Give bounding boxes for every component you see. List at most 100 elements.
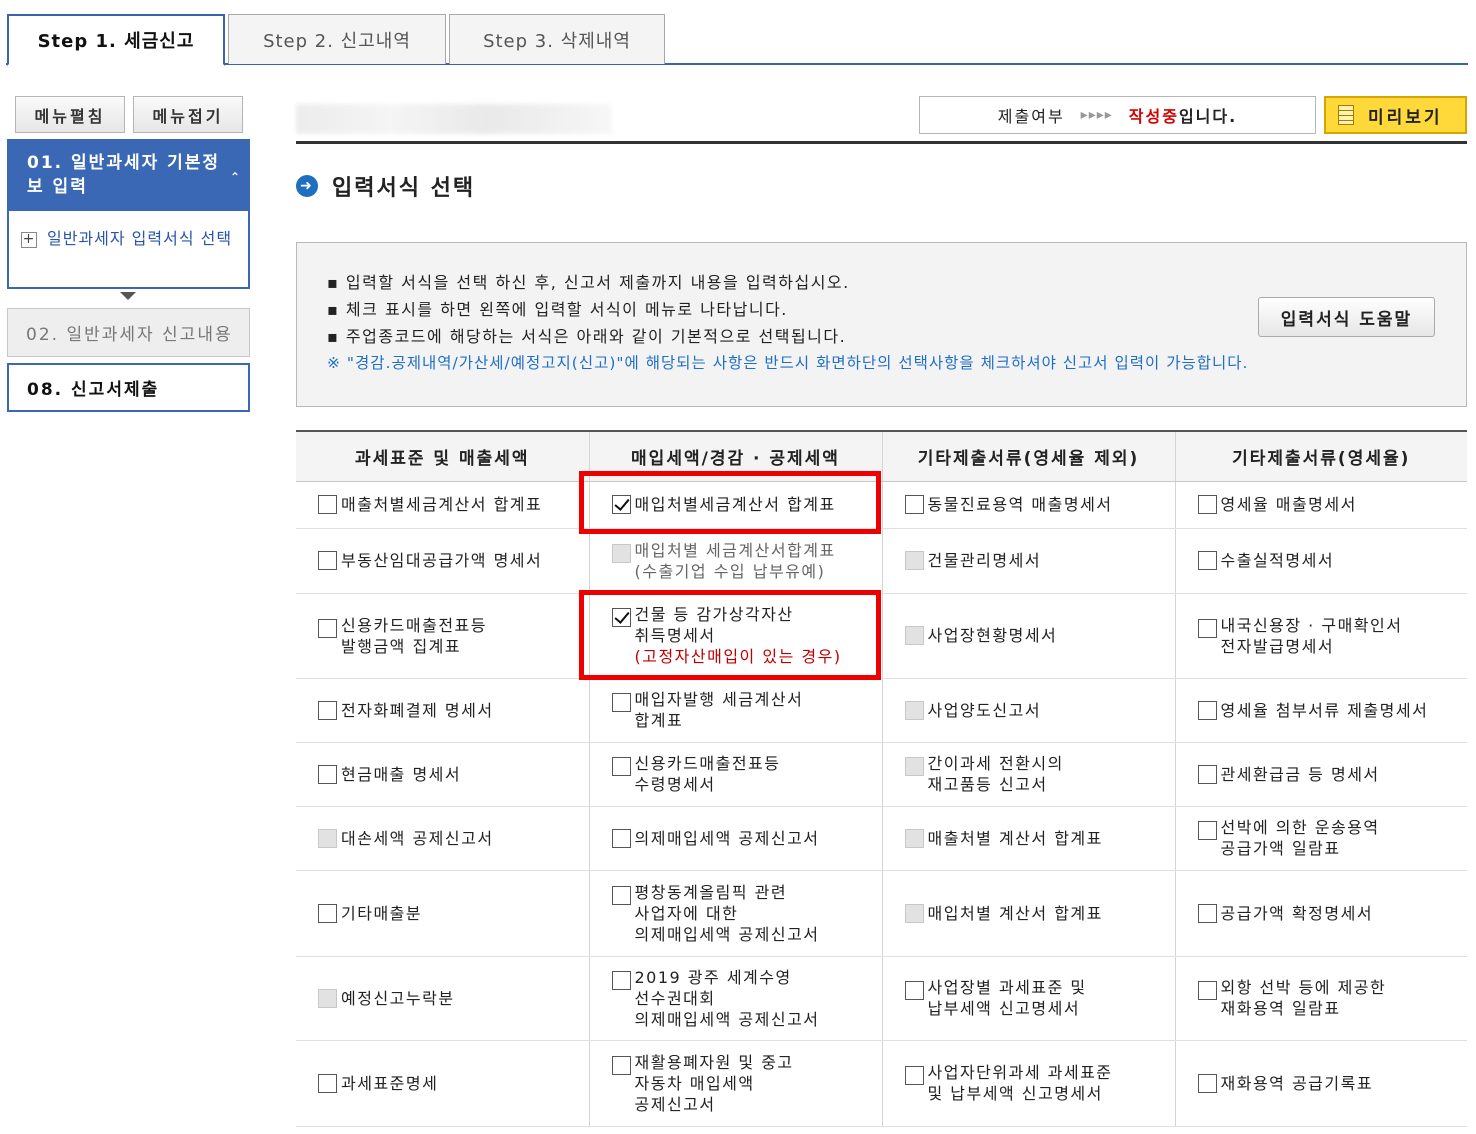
menu-collapse-button[interactable]: 메뉴접기 [133, 96, 243, 133]
form-option-label: 사업장별 과세표준 및 납부세액 신고명세서 [928, 977, 1087, 1019]
form-checkbox[interactable] [1197, 764, 1217, 784]
form-option[interactable]: 신용카드매출전표등 발행금액 집계표 [318, 615, 583, 657]
form-option[interactable]: 동물진료용역 매출명세서 [904, 494, 1169, 515]
table-cell: 관세환급금 등 명세서 [1174, 742, 1467, 807]
form-option-label: 매입처별 세금계산서합계표 (수출기업 수입 납부유예) [635, 540, 836, 582]
document-icon [1338, 105, 1354, 125]
table-cell: 신용카드매출전표등 발행금액 집계표 [296, 593, 589, 679]
form-option[interactable]: 외항 선박 등에 제공한 재화용역 일람표 [1197, 977, 1462, 1019]
form-option-label: 매입자발행 세금계산서 합계표 [635, 689, 804, 731]
form-option[interactable]: 매출처별세금계산서 합계표 [318, 494, 583, 515]
form-checkbox[interactable] [904, 1066, 924, 1085]
form-checkbox[interactable] [318, 764, 337, 784]
table-header-row: 과세표준 및 매출세액 매입세액/경감 · 공제세액 기타제출서류(영세율 제외… [296, 430, 1467, 482]
form-option[interactable]: 재화용역 공급기록표 [1197, 1073, 1462, 1094]
form-option[interactable]: 선박에 의한 운송용역 공급가액 일람표 [1197, 817, 1462, 859]
table-cell: 사업자단위과세 과세표준 및 납부세액 신고명세서 [881, 1040, 1175, 1127]
table-cell: 평창동계올림픽 관련 사업자에 대한 의제매입세액 공제신고서 [588, 870, 882, 957]
form-checkbox[interactable] [318, 1073, 337, 1093]
form-option[interactable]: 수출실적명세서 [1197, 550, 1462, 571]
form-option[interactable]: 사업장별 과세표준 및 납부세액 신고명세서 [904, 977, 1169, 1019]
table-body: 매출처별세금계산서 합계표 매입처별세금계산서 합계표 동물진료용역 매출명세서 영세… [296, 481, 1467, 1127]
preview-button[interactable]: 미리보기 [1324, 96, 1467, 134]
form-option-text: 과세표준명세 [341, 1073, 439, 1093]
table-cell: 선박에 의한 운송용역 공급가액 일람표 [1174, 806, 1467, 871]
form-help-button[interactable]: 입력서식 도움말 [1258, 297, 1435, 337]
form-checkbox[interactable] [1197, 1073, 1217, 1093]
form-option[interactable]: 재활용폐자원 및 중고 자동차 매입세액 공제신고서 [611, 1052, 876, 1115]
form-option[interactable]: 내국신용장 · 구매확인서 전자발급명세서 [1197, 615, 1462, 657]
form-option-text: 사업양도신고서 [927, 700, 1042, 720]
form-checkbox[interactable] [318, 903, 337, 923]
form-option-note: (고정자산매입이 있는 경우) [634, 647, 842, 666]
form-checkbox[interactable] [611, 828, 631, 848]
form-checkbox[interactable] [611, 608, 631, 627]
form-option[interactable]: 현금매출 명세서 [318, 764, 583, 785]
form-checkbox[interactable] [611, 1055, 631, 1075]
form-checkbox[interactable] [611, 970, 631, 990]
form-checkbox[interactable] [318, 551, 337, 570]
form-option[interactable]: 전자화폐결제 명세서 [318, 700, 583, 721]
tab-step3[interactable]: Step 3. 삭제내역 [449, 14, 665, 64]
sidebar-step2[interactable]: 02. 일반과세자 신고내용 [7, 308, 250, 357]
form-option-label: 매출처별 계산서 합계표 [928, 828, 1103, 849]
plus-icon: + [21, 231, 37, 248]
table-row: 매출처별세금계산서 합계표 매입처별세금계산서 합계표 동물진료용역 매출명세서 영세… [296, 481, 1467, 529]
form-option[interactable]: 과세표준명세 [318, 1073, 583, 1094]
form-checkbox[interactable] [611, 693, 631, 712]
form-checkbox[interactable] [1197, 551, 1217, 570]
form-checkbox[interactable] [1197, 903, 1217, 923]
table-cell: 사업장현황명세서 [881, 593, 1175, 679]
form-option-label: 공급가액 확정명세서 [1221, 903, 1374, 924]
form-option[interactable]: 기타매출분 [318, 903, 583, 924]
form-checkbox[interactable] [611, 757, 631, 776]
form-checkbox[interactable] [318, 495, 337, 514]
form-checkbox[interactable] [318, 700, 337, 720]
form-checkbox[interactable] [904, 495, 924, 514]
form-checkbox[interactable] [1197, 495, 1217, 514]
tab-step1[interactable]: Step 1. 세금신고 [7, 14, 225, 66]
caret-up-icon[interactable]: ⌃ [230, 165, 242, 189]
form-option-text: 평창동계올림픽 관련 사업자에 대한 의제매입세액 공제신고서 [634, 882, 820, 944]
form-checkbox[interactable] [1197, 700, 1217, 720]
form-option[interactable]: 영세율 매출명세서 [1197, 494, 1462, 515]
form-option[interactable]: 관세환급금 등 명세서 [1197, 764, 1462, 785]
form-option-text: 대손세액 공제신고서 [341, 828, 494, 848]
menu-expand-button[interactable]: 메뉴펼침 [15, 96, 125, 133]
form-checkbox[interactable] [1197, 618, 1217, 638]
form-option-text: 동물진료용역 매출명세서 [927, 495, 1113, 514]
form-checkbox [904, 828, 924, 848]
form-checkbox[interactable] [318, 618, 337, 638]
table-cell: 과세표준명세 [296, 1040, 589, 1127]
sidebar-item-label: 일반과세자 입력서식 선택 [47, 229, 233, 248]
form-option[interactable]: 공급가액 확정명세서 [1197, 903, 1462, 924]
form-option[interactable]: 매입자발행 세금계산서 합계표 [611, 689, 876, 731]
form-checkbox[interactable] [611, 885, 631, 905]
table-cell: 내국신용장 · 구매확인서 전자발급명세서 [1174, 593, 1467, 679]
form-option-text: 매출처별세금계산서 합계표 [341, 495, 543, 514]
form-checkbox[interactable] [1197, 981, 1217, 1000]
form-option-label: 수출실적명세서 [1221, 550, 1335, 571]
form-option[interactable]: 신용카드매출전표등 수령명세서 [611, 753, 876, 795]
form-option[interactable]: 평창동계올림픽 관련 사업자에 대한 의제매입세액 공제신고서 [611, 882, 876, 945]
sidebar-item-input-form[interactable]: + 일반과세자 입력서식 선택 [9, 211, 248, 251]
form-option-text: 영세율 매출명세서 [1220, 495, 1357, 514]
sidebar-step8[interactable]: 08. 신고서제출 [7, 363, 250, 412]
tab-step2[interactable]: Step 2. 신고내역 [228, 14, 446, 64]
form-checkbox[interactable] [1197, 821, 1217, 840]
form-option: 매출처별 계산서 합계표 [904, 828, 1169, 849]
form-option-label: 평창동계올림픽 관련 사업자에 대한 의제매입세액 공제신고서 [635, 882, 820, 945]
form-checkbox [611, 543, 631, 563]
form-option[interactable]: 건물 등 감가상각자산 취득명세서 (고정자산매입이 있는 경우) [611, 604, 876, 667]
sidebar-step1-header[interactable]: 01. 일반과세자 기본정보 입력 ⌃ [9, 141, 248, 211]
form-option-text: 부동산임대공급가액 명세서 [341, 551, 543, 570]
form-checkbox[interactable] [611, 495, 631, 514]
form-option[interactable]: 사업자단위과세 과세표준 및 납부세액 신고명세서 [904, 1062, 1169, 1104]
form-option[interactable]: 의제매입세액 공제신고서 [611, 828, 876, 849]
form-option[interactable]: 매입처별세금계산서 합계표 [611, 494, 876, 515]
form-checkbox[interactable] [904, 981, 924, 1000]
form-option[interactable]: 2019 광주 세계수영 선수권대회 의제매입세액 공제신고서 [611, 967, 876, 1030]
arrow-circle-icon: ➜ [296, 175, 318, 197]
form-option[interactable]: 부동산임대공급가액 명세서 [318, 550, 583, 571]
form-option[interactable]: 영세율 첨부서류 제출명세서 [1197, 700, 1462, 721]
